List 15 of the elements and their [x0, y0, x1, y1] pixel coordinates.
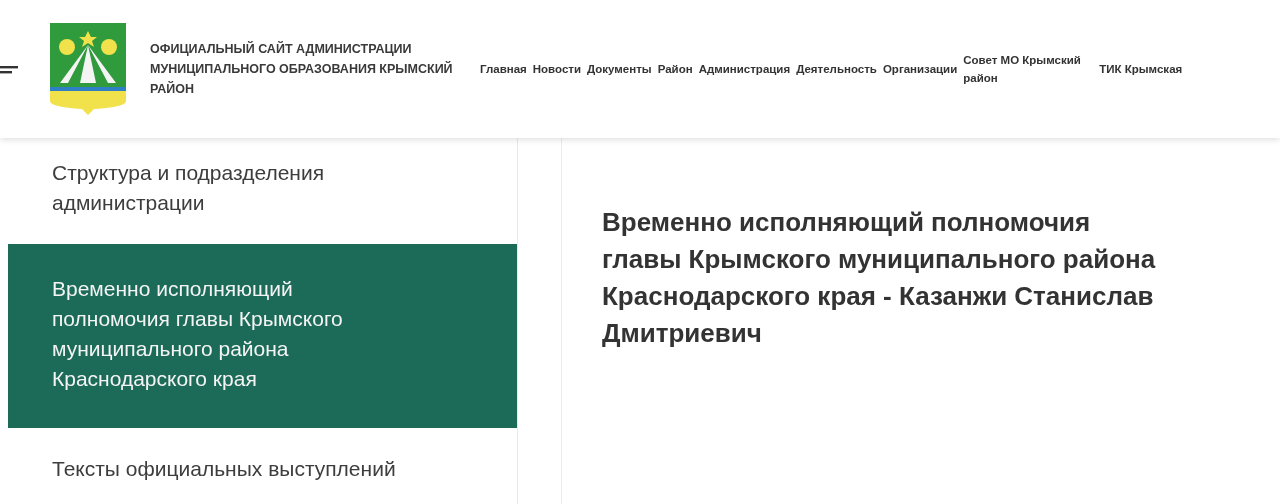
page-heading: Временно исполняющий полномочия главы Крымского муниципального района Краснодарского края - Казанжи Станислав Дмитриевич: [602, 206, 1157, 350]
nav-link[interactable]: Администрация: [698, 60, 791, 78]
nav-link[interactable]: Организации: [882, 60, 958, 78]
nav-link[interactable]: Деятельность: [796, 60, 877, 78]
nav-link[interactable]: Новости: [532, 60, 581, 78]
sidebar-item[interactable]: Временно исполняющий полномочия главы Крымского муниципального района Краснодарского края: [8, 244, 517, 428]
sidebar-item[interactable]: Структура и подразделения администрации: [8, 138, 517, 244]
nav-link[interactable]: Совет МО Крымский район: [963, 51, 1094, 87]
nav-link[interactable]: ТИК Крымская: [1099, 60, 1183, 78]
sidebar-item[interactable]: Тексты официальных выступлений: [8, 428, 517, 504]
nav-link[interactable]: Документы: [587, 60, 652, 78]
nav-link[interactable]: Главная: [480, 60, 527, 78]
coat-of-arms-icon: [50, 23, 126, 115]
site-title: ОФИЦИАЛЬНЫЙ САЙТ АДМИНИСТРАЦИИ МУНИЦИПАЛЬНОГО ОБРАЗОВАНИЯ КРЫМСКИЙ РАЙОН: [150, 40, 454, 98]
nav-link[interactable]: Район: [657, 60, 693, 78]
